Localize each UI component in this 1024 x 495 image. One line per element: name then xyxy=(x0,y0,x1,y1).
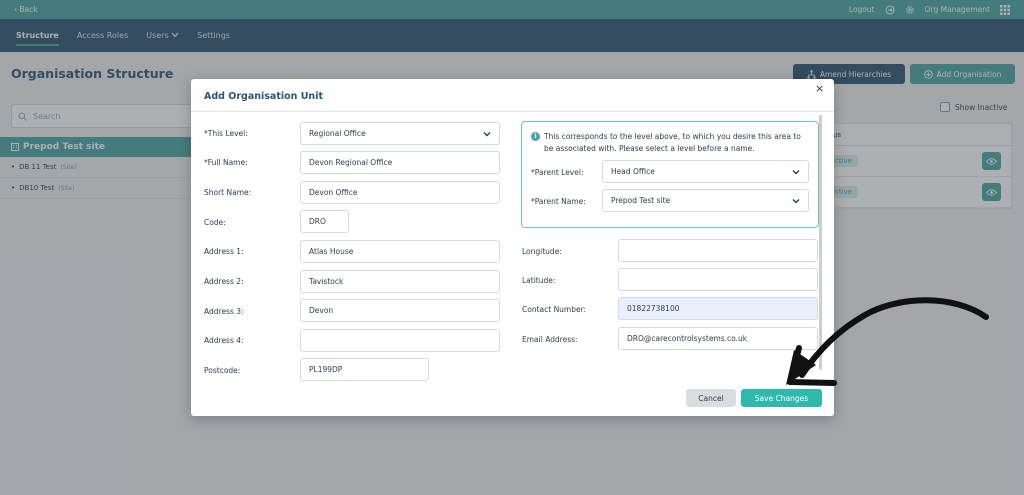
address1-field[interactable]: Atlas House xyxy=(300,240,500,263)
address2-field[interactable]: Tavistock xyxy=(300,270,500,293)
parent-name-label: *Parent Name: xyxy=(531,197,586,206)
address3-value: Devon xyxy=(309,306,334,315)
add-organisation-unit-modal: Add Organisation Unit × *This Level: Reg… xyxy=(191,79,834,416)
address3-field[interactable]: Devon xyxy=(300,299,500,322)
address4-label: Address 4: xyxy=(204,336,244,345)
address4-field[interactable] xyxy=(300,329,500,352)
address3-label: Address 3: xyxy=(204,307,244,316)
modal-title: Add Organisation Unit xyxy=(204,91,323,102)
chevron-down-icon xyxy=(792,199,800,204)
parent-name-select[interactable]: Prepod Test site xyxy=(602,189,809,212)
latitude-field[interactable] xyxy=(618,268,818,291)
short-name-label: Short Name: xyxy=(204,188,252,197)
full-name-field[interactable]: Devon Regional Office xyxy=(300,151,500,174)
close-icon[interactable]: × xyxy=(815,83,824,95)
contact-number-label: Contact Number: xyxy=(522,305,587,314)
parent-name-value: Prepod Test site xyxy=(611,196,671,205)
address1-label: Address 1: xyxy=(204,247,244,256)
parent-level-label: *Parent Level: xyxy=(531,168,584,177)
this-level-select[interactable]: Regional Office xyxy=(300,122,500,145)
short-name-field[interactable]: Devon Office xyxy=(300,181,500,204)
code-label: Code: xyxy=(204,218,226,227)
postcode-label: Postcode: xyxy=(204,366,241,375)
this-level-label: *This Level: xyxy=(204,129,248,138)
info-icon: i xyxy=(531,132,540,141)
parent-info-text: This corresponds to the level above, to … xyxy=(544,132,801,153)
longitude-label: Longitude: xyxy=(522,247,562,256)
code-field[interactable]: DRO xyxy=(300,210,349,233)
address2-label: Address 2: xyxy=(204,277,244,286)
address1-value: Atlas House xyxy=(309,247,354,256)
contact-number-value: 01822738100 xyxy=(627,304,680,313)
code-value: DRO xyxy=(309,217,326,226)
full-name-value: Devon Regional Office xyxy=(309,158,393,167)
parent-level-select[interactable]: Head Office xyxy=(602,160,809,183)
email-address-label: Email Address: xyxy=(522,335,578,344)
full-name-label: *Full Name: xyxy=(204,158,248,167)
chevron-down-icon xyxy=(792,170,800,175)
address2-value: Tavistock xyxy=(309,277,344,286)
this-level-value: Regional Office xyxy=(309,129,366,138)
email-address-value: DRO@carecontrolsystems.co.uk xyxy=(627,334,748,343)
annotation-arrow-icon xyxy=(786,297,989,386)
short-name-value: Devon Office xyxy=(309,188,358,197)
postcode-field[interactable]: PL199DP xyxy=(300,358,429,381)
modal-divider xyxy=(191,111,834,112)
parent-level-value: Head Office xyxy=(611,167,655,176)
longitude-field[interactable] xyxy=(618,239,818,262)
parent-info-box: i This corresponds to the level above, t… xyxy=(521,121,819,228)
cancel-button[interactable]: Cancel xyxy=(686,389,736,407)
postcode-value: PL199DP xyxy=(309,365,343,374)
chevron-down-icon xyxy=(483,132,491,137)
latitude-label: Latitude: xyxy=(522,276,556,285)
